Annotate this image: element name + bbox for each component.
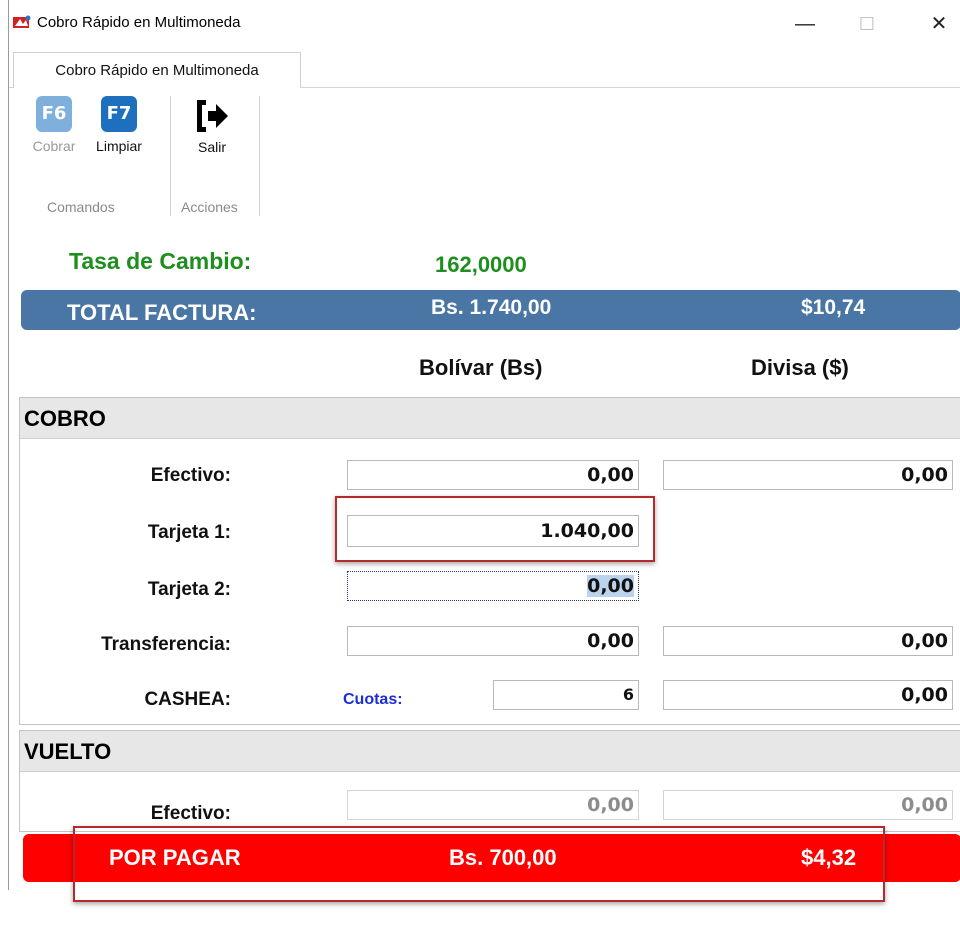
cobro-section-header: COBRO <box>20 398 960 439</box>
exchange-rate-value: 162,0000 <box>435 252 527 277</box>
salir-button[interactable]: Salir <box>187 96 237 155</box>
column-header-divisa: Divisa ($) <box>751 355 849 380</box>
vuelto-efectivo-usd-input: 0,00 <box>663 790 953 820</box>
transferencia-bs-input[interactable]: 0,00 <box>347 626 639 656</box>
transferencia-label: Transferencia: <box>101 634 231 655</box>
ribbon-separator <box>259 96 260 216</box>
group-label-comandos: Comandos <box>47 199 115 215</box>
vuelto-efectivo-label: Efectivo: <box>150 803 231 824</box>
cashea-usd-input[interactable]: 0,00 <box>663 680 953 710</box>
cashea-label: CASHEA: <box>144 689 231 710</box>
exit-arrow-icon <box>197 100 228 132</box>
tarjeta2-label: Tarjeta 2: <box>147 579 231 600</box>
app-window: Cobro Rápido en Multimoneda — ☐ ✕ Cobro … <box>8 0 960 902</box>
minimize-button[interactable]: — <box>785 12 825 36</box>
limpiar-button[interactable]: F7 Limpiar <box>91 96 147 154</box>
column-header-bolivar: Bolívar (Bs) <box>419 355 543 380</box>
ribbon <box>9 88 960 223</box>
close-button[interactable]: ✕ <box>919 12 959 36</box>
f7-key-icon: F7 <box>101 96 137 132</box>
highlight-box-por-pagar <box>73 826 885 902</box>
exchange-rate-label: Tasa de Cambio: <box>69 248 252 274</box>
efectivo-bs-input[interactable]: 0,00 <box>347 460 639 490</box>
cuotas-label: Cuotas: <box>343 691 403 708</box>
tarjeta2-bs-input[interactable]: 0,00 <box>347 571 639 601</box>
app-icon <box>13 15 31 28</box>
efectivo-label: Efectivo: <box>150 465 231 486</box>
window-title: Cobro Rápido en Multimoneda <box>37 14 241 31</box>
salir-label: Salir <box>197 139 226 155</box>
limpiar-label: Limpiar <box>96 138 142 154</box>
vuelto-efectivo-bs-input: 0,00 <box>347 790 639 820</box>
total-factura-bs: Bs. 1.740,00 <box>431 296 552 319</box>
vuelto-title: VUELTO <box>24 739 112 764</box>
vuelto-section-header: VUELTO <box>20 731 960 772</box>
highlight-box-tarjeta1 <box>335 496 655 562</box>
tarjeta1-label: Tarjeta 1: <box>147 522 231 543</box>
maximize-button[interactable]: ☐ <box>847 12 887 36</box>
cobro-title: COBRO <box>24 406 106 431</box>
cuotas-input[interactable]: 6 <box>493 680 639 710</box>
f6-key-icon: F6 <box>36 96 72 132</box>
cobrar-button[interactable]: F6 Cobrar <box>29 96 79 154</box>
ribbon-separator <box>170 96 171 216</box>
ribbon-tab-cobro-rapido[interactable]: Cobro Rápido en Multimoneda <box>13 52 301 89</box>
title-bar: Cobro Rápido en Multimoneda — ☐ ✕ <box>9 0 960 50</box>
efectivo-usd-input[interactable]: 0,00 <box>663 460 953 490</box>
total-factura-bar: TOTAL FACTURA: Bs. 1.740,00 $10,74 <box>21 290 960 330</box>
group-label-acciones: Acciones <box>181 199 238 215</box>
transferencia-usd-input[interactable]: 0,00 <box>663 626 953 656</box>
cobrar-label: Cobrar <box>32 138 76 154</box>
total-factura-usd: $10,74 <box>801 296 866 319</box>
tarjeta2-bs-value: 0,00 <box>587 575 634 597</box>
total-factura-label: TOTAL FACTURA: <box>67 300 257 325</box>
